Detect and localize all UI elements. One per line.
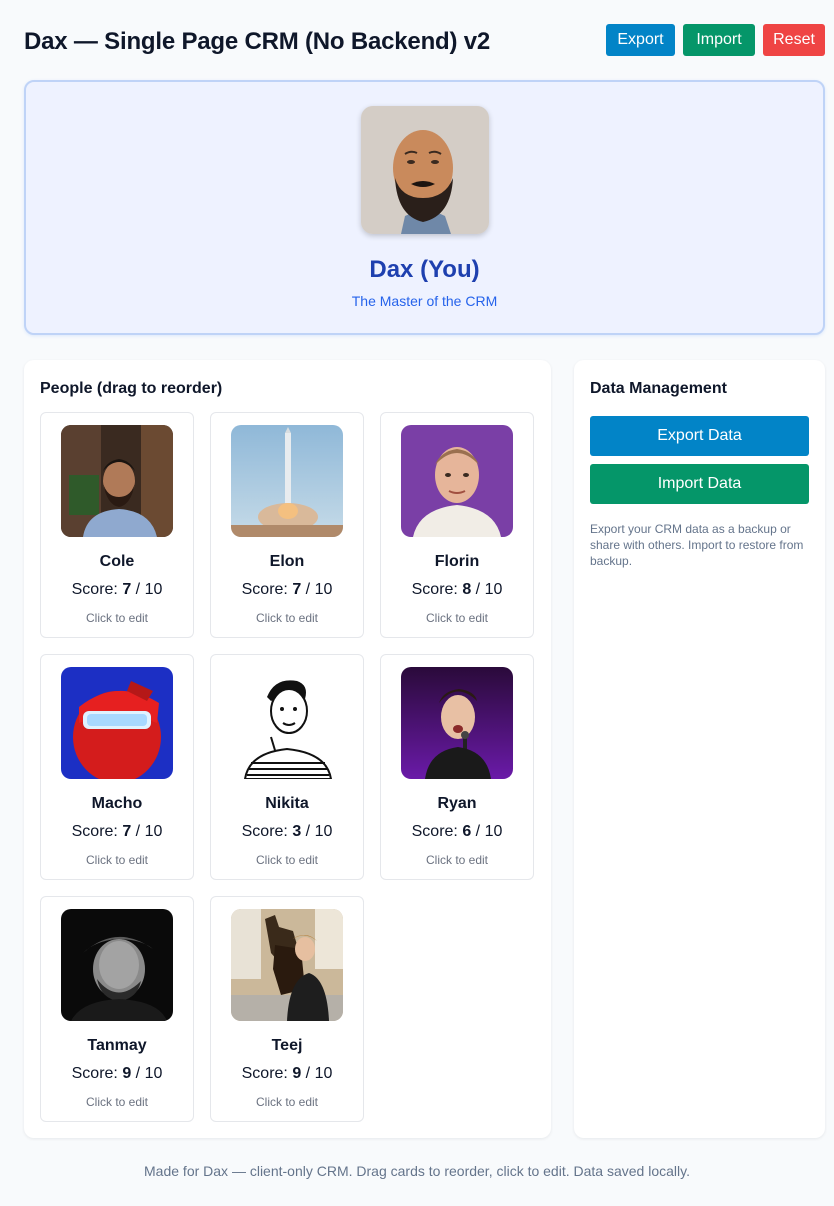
edit-hint: Click to edit bbox=[255, 1095, 319, 1109]
person-card-macho[interactable]: Macho Score: 7 / 10 Click to edit bbox=[40, 654, 194, 880]
export-data-button[interactable]: Export Data bbox=[590, 416, 809, 456]
edit-hint: Click to edit bbox=[255, 611, 319, 625]
person-score: Score: 8 / 10 bbox=[411, 581, 503, 598]
person-name: Ryan bbox=[437, 795, 477, 812]
footer-text: Made for Dax — client-only CRM. Drag car… bbox=[144, 1163, 690, 1179]
person-name: Tanmay bbox=[87, 1037, 147, 1054]
person-card-cole[interactable]: Cole Score: 7 / 10 Click to edit bbox=[40, 412, 194, 638]
edit-hint: Click to edit bbox=[85, 853, 149, 867]
person-score: Score: 7 / 10 bbox=[71, 581, 163, 598]
edit-hint: Click to edit bbox=[425, 853, 489, 867]
macho-photo bbox=[61, 667, 173, 779]
person-card-elon[interactable]: Elon Score: 7 / 10 Click to edit bbox=[210, 412, 364, 638]
edit-hint: Click to edit bbox=[425, 611, 489, 625]
person-score: Score: 3 / 10 bbox=[241, 823, 333, 840]
app-header: Dax — Single Page CRM (No Backend) v2 Ex… bbox=[24, 24, 825, 60]
owner-avatar bbox=[361, 106, 489, 234]
people-panel-title: People (drag to reorder) bbox=[40, 380, 223, 397]
data-management-title: Data Management bbox=[590, 380, 727, 397]
person-score: Score: 6 / 10 bbox=[411, 823, 503, 840]
score-value: 9 bbox=[292, 1065, 302, 1082]
person-card-ryan[interactable]: Ryan Score: 6 / 10 Click to edit bbox=[380, 654, 534, 880]
reset-button[interactable]: Reset bbox=[763, 24, 825, 56]
person-name: Teej bbox=[271, 1037, 303, 1054]
owner-card: Dax (You) The Master of the CRM bbox=[24, 80, 825, 335]
person-name: Macho bbox=[91, 795, 143, 812]
score-value: 7 bbox=[122, 581, 132, 598]
florin-photo bbox=[401, 425, 513, 537]
person-card-tanmay[interactable]: Tanmay Score: 9 / 10 Click to edit bbox=[40, 896, 194, 1122]
score-value: 3 bbox=[292, 823, 302, 840]
person-score: Score: 7 / 10 bbox=[71, 823, 163, 840]
owner-tagline: The Master of the CRM bbox=[351, 293, 498, 309]
person-name: Elon bbox=[269, 553, 305, 570]
export-button[interactable]: Export bbox=[606, 24, 675, 56]
edit-hint: Click to edit bbox=[255, 853, 319, 867]
person-card-teej[interactable]: Teej Score: 9 / 10 Click to edit bbox=[210, 896, 364, 1122]
import-button[interactable]: Import bbox=[683, 24, 755, 56]
person-card-florin[interactable]: Florin Score: 8 / 10 Click to edit bbox=[380, 412, 534, 638]
score-value: 6 bbox=[462, 823, 472, 840]
person-score: Score: 7 / 10 bbox=[241, 581, 333, 598]
person-name: Florin bbox=[434, 553, 480, 570]
tanmay-photo bbox=[61, 909, 173, 1021]
score-value: 7 bbox=[122, 823, 132, 840]
ryan-photo bbox=[401, 667, 513, 779]
person-card-nikita[interactable]: Nikita Score: 3 / 10 Click to edit bbox=[210, 654, 364, 880]
edit-hint: Click to edit bbox=[85, 1095, 149, 1109]
nikita-sketch bbox=[231, 667, 343, 779]
elon-rocket-photo bbox=[231, 425, 343, 537]
import-data-button[interactable]: Import Data bbox=[590, 464, 809, 504]
people-panel: People (drag to reorder) Cole Score: 7 /… bbox=[24, 360, 551, 1138]
person-name: Nikita bbox=[265, 795, 309, 812]
cole-photo bbox=[61, 425, 173, 537]
data-management-panel: Data Management Export Data Import Data … bbox=[574, 360, 825, 1138]
score-value: 9 bbox=[122, 1065, 132, 1082]
data-management-description: Export your CRM data as a backup or shar… bbox=[590, 522, 804, 568]
header-actions: Export Import Reset bbox=[606, 24, 825, 56]
person-name: Cole bbox=[99, 553, 135, 570]
person-score: Score: 9 / 10 bbox=[71, 1065, 163, 1082]
score-value: 8 bbox=[462, 581, 472, 598]
person-score: Score: 9 / 10 bbox=[241, 1065, 333, 1082]
score-value: 7 bbox=[292, 581, 302, 598]
page-title: Dax — Single Page CRM (No Backend) v2 bbox=[24, 28, 491, 55]
edit-hint: Click to edit bbox=[85, 611, 149, 625]
owner-name: Dax (You) bbox=[369, 256, 480, 283]
teej-with-dog-photo bbox=[231, 909, 343, 1021]
